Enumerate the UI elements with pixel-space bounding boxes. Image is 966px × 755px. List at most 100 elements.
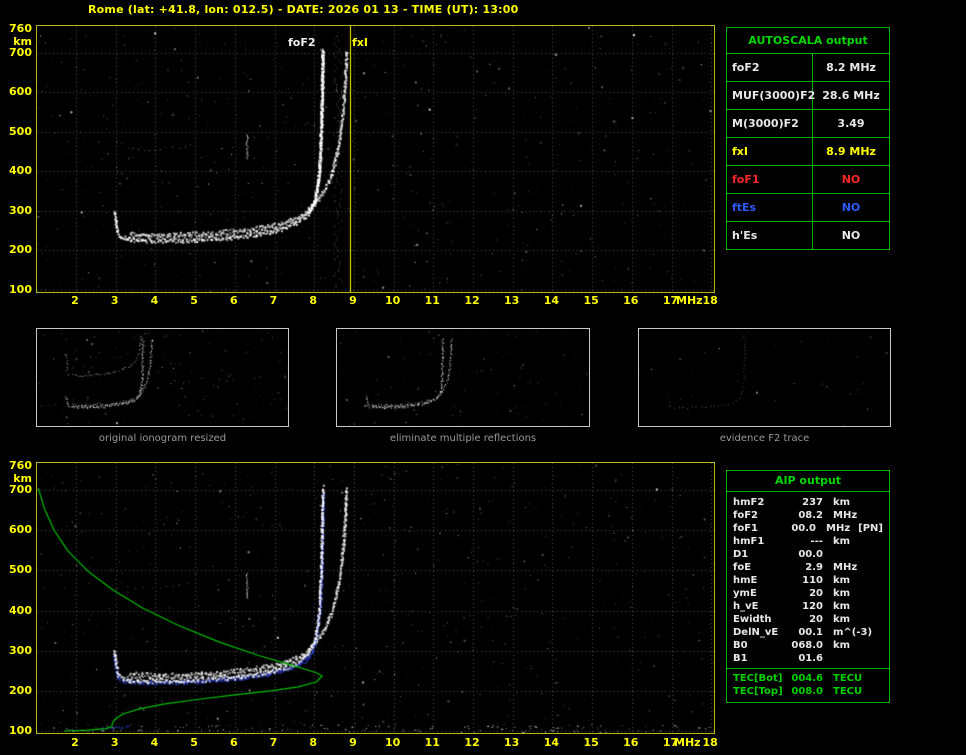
- x-tick-label: 7: [269, 736, 278, 749]
- aip-param-value: 2.9: [805, 562, 823, 573]
- aip-param-unit: km: [833, 536, 851, 547]
- autoscala-param-value: NO: [841, 173, 861, 186]
- autoscala-param-label: MUF(3000)F2: [727, 82, 815, 109]
- x-axis-unit: MHz: [676, 294, 703, 307]
- autoscala-row: ftEs NO: [727, 193, 889, 221]
- x-tick-label: 4: [150, 294, 159, 307]
- autoscala-output-panel: AUTOSCALA output foF2 8.2 MHz MUF(3000)F2 2…: [726, 27, 890, 250]
- aip-row: B0 068.0 km: [727, 639, 889, 652]
- aip-param-name: hmF2: [733, 497, 765, 508]
- autoscala-param-label: foF1: [727, 166, 813, 193]
- aip-output-panel: AIP output hmF2 237 km foF2 08.2 MHz foF1 00.0 M…: [726, 470, 890, 703]
- aip-param-value: 00.1: [798, 627, 823, 638]
- x-tick-label: 9: [349, 294, 357, 307]
- x-tick-label: 9: [349, 736, 357, 749]
- aip-param-unit: m^(-3): [833, 627, 873, 638]
- autoscala-rows: foF2 8.2 MHz MUF(3000)F2 28.6 MHz M(3000)F2 3…: [727, 53, 889, 249]
- autoscala-panel-title: AUTOSCALA output: [748, 34, 868, 47]
- aip-param-name: hmE: [733, 575, 758, 586]
- thumbnail-caption-original: original ionogram resized: [98, 433, 227, 444]
- aip-param-name: foF2: [733, 510, 759, 521]
- x-tick-label: 6: [229, 294, 238, 307]
- aip-param-value: 004.6: [791, 673, 823, 684]
- foF2-label: foF2: [288, 36, 316, 49]
- y-tick-label: 100: [9, 723, 32, 737]
- aip-param-value: 01.6: [798, 653, 823, 664]
- y-tick-label: 700: [9, 483, 32, 497]
- autoscala-param-label: foF2: [727, 54, 813, 81]
- y-tick-label: 760: [9, 459, 32, 472]
- aip-param-unit: km: [833, 601, 851, 612]
- aip-panel-title: AIP output: [727, 471, 889, 492]
- x-tick-label: 12: [464, 736, 480, 749]
- aip-row: hmF2 237 km: [727, 496, 889, 509]
- x-tick-label: 15: [583, 736, 599, 749]
- y-tick-label: 600: [9, 85, 32, 99]
- aip-param-value: ---: [810, 536, 823, 547]
- aip-param-name: foF1: [733, 523, 759, 534]
- aip-param-value: 068.0: [791, 640, 823, 651]
- x-tick-label: 14: [543, 294, 560, 307]
- x-tick-label: 8: [309, 736, 318, 749]
- x-tick-label: 3: [110, 294, 119, 307]
- aip-row: hmE 110 km: [727, 574, 889, 587]
- y-tick-label: 400: [9, 603, 32, 617]
- aip-row: TEC[Bot] 004.6 TECU: [727, 672, 889, 685]
- x-tick-label: 2: [71, 294, 79, 307]
- y-tick-label: 600: [9, 523, 32, 537]
- aip-row: TEC[Top] 008.0 TECU: [727, 685, 889, 698]
- y-tick-label: 760: [9, 22, 32, 35]
- y-tick-label: 500: [9, 563, 32, 577]
- autoscala-param-label: ftEs: [727, 194, 813, 221]
- aip-row: h_vE 120 km: [727, 600, 889, 613]
- aip-row: B1 01.6: [727, 652, 889, 665]
- y-tick-label: 200: [9, 683, 32, 697]
- aip-row: ymE 20 km: [727, 587, 889, 600]
- aip-row: foE 2.9 MHz: [727, 561, 889, 574]
- aip-param-unit: km: [833, 614, 851, 625]
- x-tick-label: 18: [702, 736, 718, 749]
- aip-param-unit: km: [833, 640, 851, 651]
- aip-param-unit: MHz: [826, 523, 851, 534]
- aip-param-name: foE: [733, 562, 752, 573]
- aip-param-unit: TECU: [833, 673, 863, 684]
- x-tick-label: 3: [110, 736, 119, 749]
- autoscala-param-value: 3.49: [837, 117, 865, 130]
- aip-divider: [727, 668, 889, 669]
- x-tick-label: 15: [583, 294, 599, 307]
- autoscala-row: foF2 8.2 MHz: [727, 53, 889, 81]
- aip-param-unit: MHz: [833, 562, 858, 573]
- x-tick-label: 16: [623, 294, 639, 307]
- aip-param-value: 120: [802, 601, 823, 612]
- aip-param-name: TEC[Top]: [733, 686, 783, 697]
- aip-param-unit: km: [833, 575, 851, 586]
- aip-param-flag: [PN]: [858, 523, 883, 534]
- aip-param-value: 20: [809, 588, 823, 599]
- y-tick-label: 500: [9, 124, 32, 138]
- aip-param-name: B1: [733, 653, 748, 664]
- autoscala-row: h'Es NO: [727, 221, 889, 249]
- aip-rows: hmF2 237 km foF2 08.2 MHz foF1 00.0 MHz [PN] hmF1-…: [727, 496, 889, 698]
- aip-param-name: h_vE: [733, 601, 759, 612]
- aip-param-unit: TECU: [833, 686, 863, 697]
- aip-param-name: hmF1: [733, 536, 765, 547]
- x-tick-label: 11: [424, 736, 440, 749]
- x-tick-label: 8: [309, 294, 318, 307]
- aip-param-value: 20: [809, 614, 823, 625]
- x-tick-label: 10: [384, 294, 401, 307]
- x-tick-label: 13: [504, 294, 520, 307]
- autoscala-param-value: 8.2 MHz: [826, 61, 876, 74]
- thumbnail-original-ionogram: [36, 328, 289, 427]
- thumbnail-evidence-f2-trace: [638, 328, 891, 427]
- y-tick-label: 300: [9, 203, 32, 217]
- thumbnail-caption-evidence: evidence F2 trace: [719, 433, 810, 444]
- aip-row: foF1 00.0 MHz [PN]: [727, 522, 889, 535]
- x-tick-label: 2: [71, 736, 79, 749]
- x-tick-label: 16: [623, 736, 639, 749]
- autoscala-param-value: 28.6 MHz: [822, 89, 880, 102]
- aip-param-value: 00.0: [798, 549, 823, 560]
- aip-param-unit: km: [833, 497, 851, 508]
- aip-row: D1 00.0: [727, 548, 889, 561]
- x-tick-label: 7: [269, 294, 278, 307]
- aip-param-value: 00.0: [791, 523, 817, 534]
